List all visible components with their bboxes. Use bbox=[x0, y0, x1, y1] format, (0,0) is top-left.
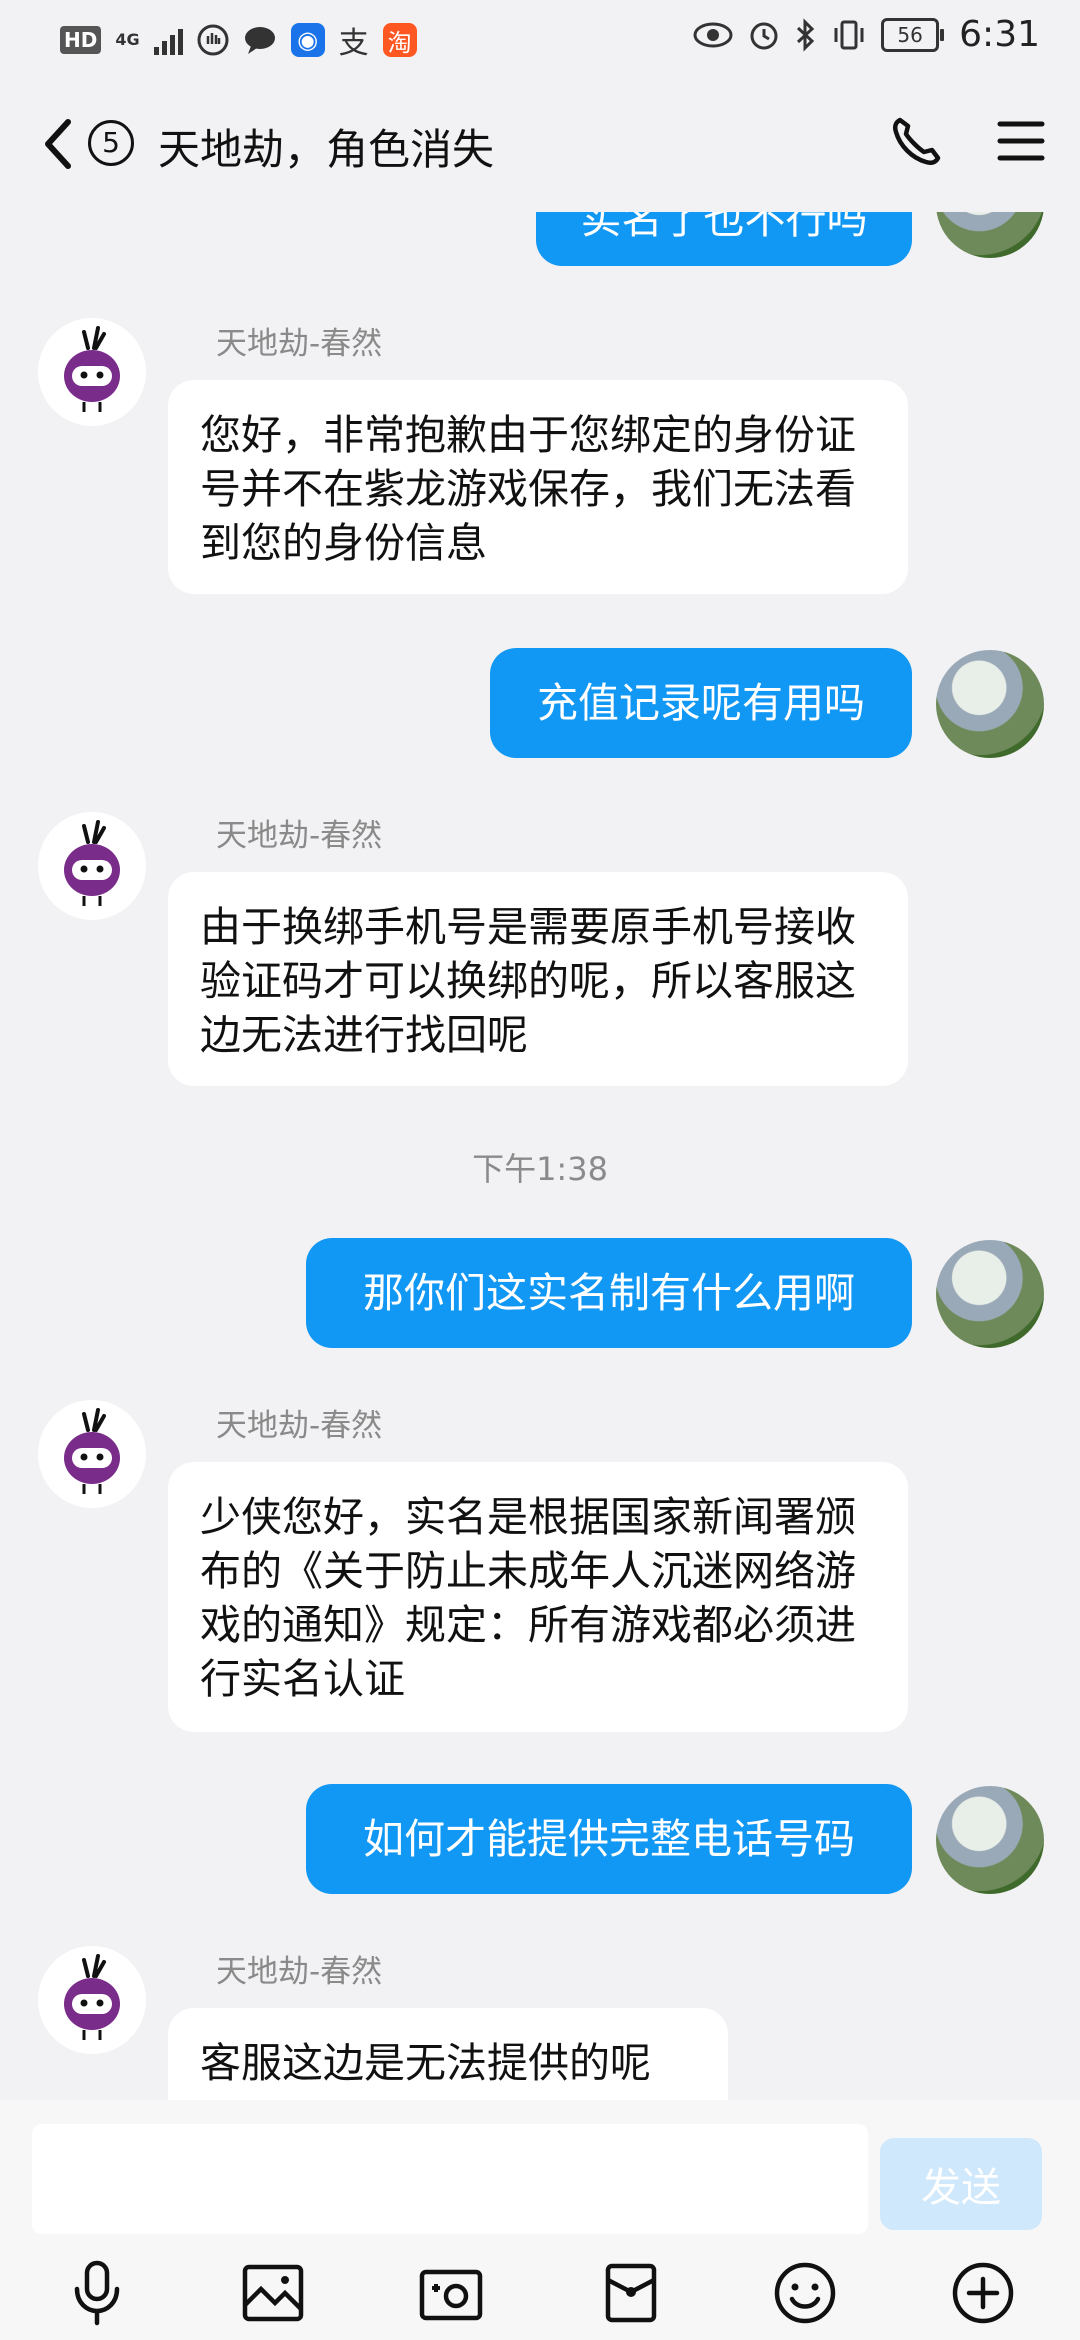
input-toolbar bbox=[0, 2250, 1080, 2340]
eye-icon bbox=[693, 22, 733, 47]
message-text: 如何才能提供完整电话号码 bbox=[363, 1815, 855, 1863]
network-type: 4G bbox=[115, 30, 140, 49]
my-avatar[interactable] bbox=[936, 1786, 1044, 1894]
incoming-message-bubble[interactable]: 少侠您好，实名是根据国家新闻署颁布的《关于防止未成年人沉迷网络游戏的通知》规定：… bbox=[168, 1462, 908, 1732]
sender-name: 天地劫-春然 bbox=[216, 818, 383, 854]
qq-app-icon: ◉ bbox=[290, 23, 325, 57]
message-icon bbox=[244, 27, 275, 54]
message-text: 少侠您好，实名是根据国家新闻署颁布的《关于防止未成年人沉迷网络游戏的通知》规定：… bbox=[200, 1493, 856, 1703]
message-text: 由于换绑手机号是需要原手机号接收验证码才可以换绑的呢，所以客服这边无法进行找回呢 bbox=[200, 903, 856, 1059]
camera-icon[interactable] bbox=[416, 2258, 486, 2328]
agent-avatar[interactable] bbox=[38, 812, 146, 920]
bluetooth-icon bbox=[797, 17, 815, 52]
message-timestamp: 下午1:38 bbox=[472, 1150, 608, 1188]
chat-area[interactable]: 实名了也不行吗 天地劫-春然 您好，非常抱歉由于您绑定的身份证号并不在紫龙游戏保… bbox=[0, 212, 1080, 2100]
send-button[interactable]: 发送 bbox=[880, 2138, 1042, 2230]
agent-avatar[interactable] bbox=[38, 1946, 146, 2054]
my-avatar[interactable] bbox=[936, 650, 1044, 758]
status-right: 56 6:31 bbox=[693, 14, 1040, 55]
outgoing-message-bubble[interactable]: 如何才能提供完整电话号码 bbox=[306, 1784, 912, 1894]
message-text: 客服这边是无法提供的呢 bbox=[200, 2039, 651, 2087]
message-text: 那你们这实名制有什么用啊 bbox=[363, 1269, 855, 1317]
message-text: 您好，非常抱歉由于您绑定的身份证号并不在紫龙游戏保存，我们无法看到您的身份信息 bbox=[200, 411, 856, 567]
alarm-icon bbox=[750, 22, 778, 49]
vibrate-icon bbox=[834, 20, 864, 49]
clock: 6:31 bbox=[959, 14, 1040, 55]
purple-mascot-icon bbox=[38, 318, 146, 426]
hd-badge: HD bbox=[60, 26, 102, 54]
sender-name: 天地劫-春然 bbox=[216, 1408, 383, 1444]
chat-header: 5 天地劫，角色消失 bbox=[0, 72, 1080, 212]
back-icon[interactable] bbox=[38, 114, 78, 174]
outgoing-message-bubble[interactable]: 实名了也不行吗 bbox=[536, 212, 912, 266]
agent-avatar[interactable] bbox=[38, 318, 146, 426]
my-avatar[interactable] bbox=[936, 212, 1044, 258]
incoming-message-bubble[interactable]: 客服这边是无法提供的呢 bbox=[168, 2008, 728, 2100]
my-avatar[interactable] bbox=[936, 1240, 1044, 1348]
sender-name: 天地劫-春然 bbox=[216, 326, 383, 362]
plus-icon[interactable] bbox=[948, 2258, 1018, 2328]
battery-icon: 56 bbox=[881, 17, 945, 52]
microphone-icon[interactable] bbox=[62, 2258, 132, 2328]
message-input[interactable] bbox=[32, 2124, 868, 2234]
image-icon[interactable] bbox=[238, 2258, 308, 2328]
unread-count-badge[interactable]: 5 bbox=[88, 120, 134, 166]
outgoing-message-bubble[interactable]: 充值记录呢有用吗 bbox=[490, 648, 912, 758]
outgoing-message-bubble[interactable]: 那你们这实名制有什么用啊 bbox=[306, 1238, 912, 1348]
purple-mascot-icon bbox=[38, 812, 146, 920]
message-text: 充值记录呢有用吗 bbox=[537, 679, 865, 727]
phone-call-icon[interactable] bbox=[888, 114, 944, 170]
alipay-icon: 支 bbox=[338, 26, 369, 61]
taobao-icon: 淘 bbox=[382, 23, 417, 57]
hand-icon bbox=[197, 24, 229, 56]
chat-title: 天地劫，角色消失 bbox=[158, 125, 495, 174]
sender-name: 天地劫-春然 bbox=[216, 1954, 383, 1990]
incoming-message-bubble[interactable]: 您好，非常抱歉由于您绑定的身份证号并不在紫龙游戏保存，我们无法看到您的身份信息 bbox=[168, 380, 908, 594]
emoji-icon[interactable] bbox=[770, 2258, 840, 2328]
purple-mascot-icon bbox=[38, 1946, 146, 2054]
status-bar: HD 4G ◉ 支 淘 56 6:31 bbox=[0, 0, 1080, 72]
input-bar: 发送 bbox=[0, 2100, 1080, 2340]
purple-mascot-icon bbox=[38, 1400, 146, 1508]
status-left: HD 4G ◉ 支 淘 bbox=[60, 18, 417, 62]
menu-icon[interactable] bbox=[996, 118, 1046, 164]
incoming-message-bubble[interactable]: 由于换绑手机号是需要原手机号接收验证码才可以换绑的呢，所以客服这边无法进行找回呢 bbox=[168, 872, 908, 1086]
agent-avatar[interactable] bbox=[38, 1400, 146, 1508]
red-packet-icon[interactable] bbox=[596, 2258, 666, 2328]
message-text: 实名了也不行吗 bbox=[580, 212, 868, 243]
signal-icon bbox=[153, 25, 183, 55]
